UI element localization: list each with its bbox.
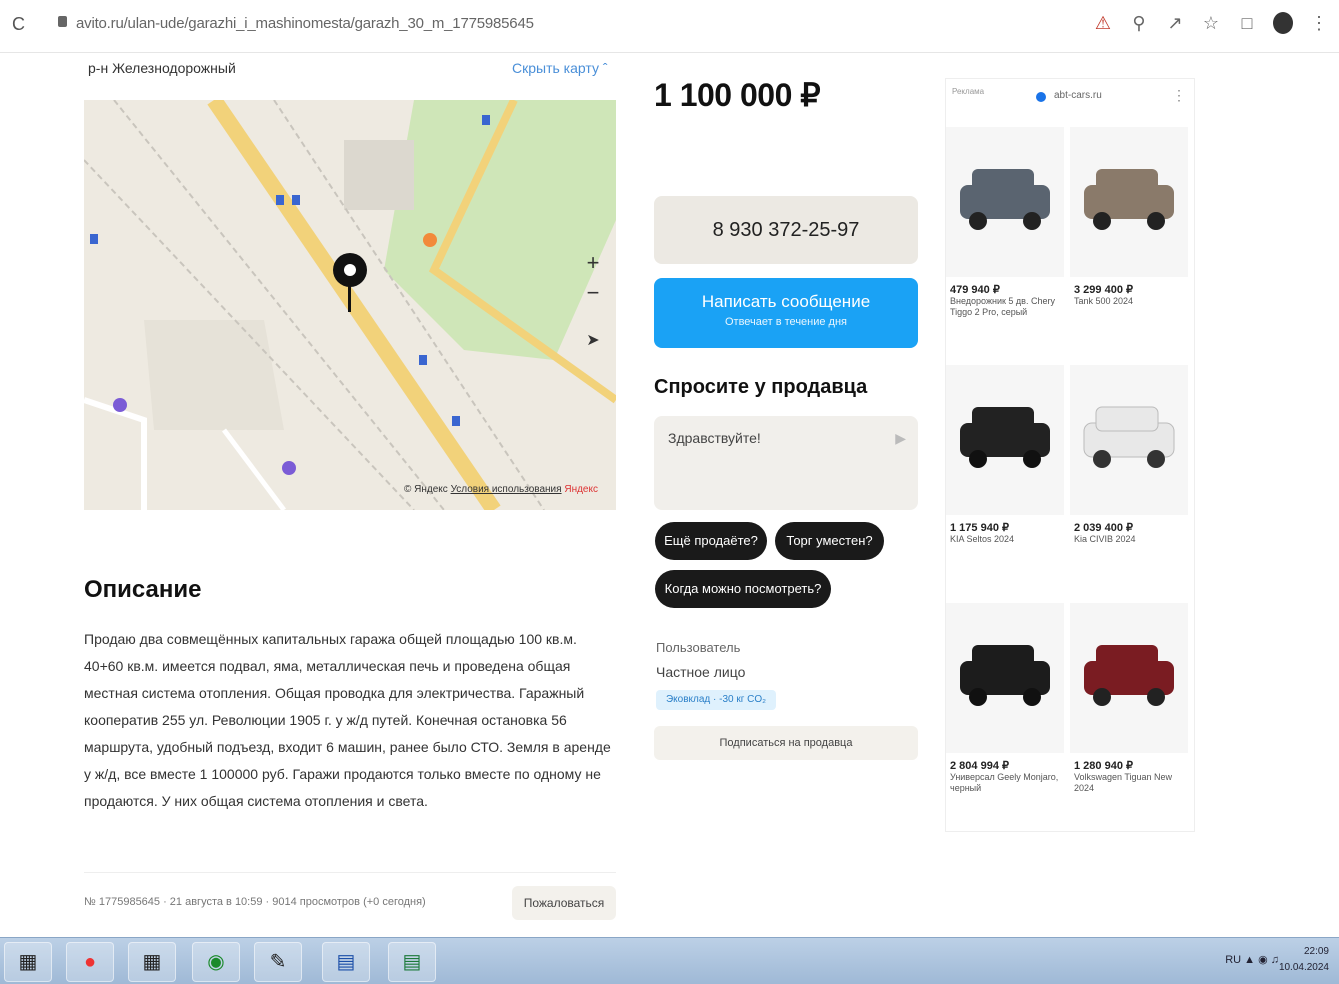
response-time: Отвечает в течение дня	[724, 316, 848, 328]
listing-meta: № 1775985645 · 21 августа в 10:59 · 9014…	[84, 896, 426, 908]
hide-map-label: Скрыть карту	[512, 60, 599, 76]
map-terms-link[interactable]: Условия использования	[451, 484, 562, 495]
car-name: Kia CIVIB 2024	[1074, 534, 1136, 544]
car-price: 479 940 ₽	[950, 284, 1000, 296]
k-app-icon[interactable]: ◉	[192, 942, 240, 982]
car-price: 1 175 940 ₽	[950, 522, 1009, 534]
browser-actions: ⚠ ⚲ ↗ ☆ □ ⋮	[1093, 12, 1329, 34]
map-copyright: © Яндекс Условия использования Яндекс	[404, 484, 598, 495]
ad-car-card[interactable]: 479 940 ₽ Внедорожник 5 дв. Chery Tiggo …	[946, 127, 1064, 318]
car-image	[1070, 127, 1188, 277]
address-bar[interactable]: avito.ru/ulan-ude/garazhi_i_mashinomesta…	[76, 15, 534, 32]
paint-icon[interactable]: ✎	[254, 942, 302, 982]
blocked-icon[interactable]: ⚠	[1093, 13, 1113, 34]
zoom-in-button[interactable]: +	[580, 250, 606, 276]
chrome-icon[interactable]: ●	[66, 942, 114, 982]
quick-question-bargain[interactable]: Торг уместен?	[775, 522, 884, 560]
car-price: 3 299 400 ₽	[1074, 284, 1133, 296]
write-message-button[interactable]: Написать сообщение Отвечает в течение дн…	[654, 278, 918, 348]
ad-car-card[interactable]: 3 299 400 ₽ Tank 500 2024	[1070, 127, 1188, 307]
language-indicator[interactable]: RU	[1225, 954, 1241, 966]
clock-date: 10.04.2024	[1278, 962, 1329, 973]
car-image	[1070, 603, 1188, 753]
ad-car-card[interactable]: 2 804 994 ₽ Универсал Geely Monjaro, чер…	[946, 603, 1064, 794]
car-name: Внедорожник 5 дв. Chery Tiggo 2 Pro, сер…	[950, 296, 1055, 317]
system-tray[interactable]: RU ▲ ◉ ♫	[1225, 953, 1279, 966]
map-copyright-text: © Яндекс	[404, 484, 448, 495]
ad-car-card[interactable]: 1 280 940 ₽ Volkswagen Tiguan New 2024	[1070, 603, 1188, 794]
clock-time: 22:09	[1303, 946, 1329, 957]
calculator-icon[interactable]: ▦	[128, 942, 176, 982]
quick-question-still-selling[interactable]: Ещё продаёте?	[655, 522, 767, 560]
car-image	[946, 365, 1064, 515]
ad-car-card[interactable]: 1 175 940 ₽ KIA Seltos 2024	[946, 365, 1064, 545]
ad-label: Реклама	[952, 87, 985, 96]
seller-role: Пользователь	[656, 640, 741, 655]
ad-car-card[interactable]: 2 039 400 ₽ Kia CIVIB 2024	[1070, 365, 1188, 545]
lock-icon[interactable]	[58, 16, 67, 27]
district-label: р-н Железнодорожный	[88, 60, 236, 76]
seller-name[interactable]: Частное лицо	[656, 664, 745, 680]
complain-button[interactable]: Пожаловаться	[512, 886, 616, 920]
ask-message-input[interactable]: Здравствуйте! ▶	[654, 416, 918, 510]
description-title: Описание	[84, 576, 202, 603]
car-image	[946, 603, 1064, 753]
zoom-out-button[interactable]: −	[580, 280, 606, 306]
car-price: 2 804 994 ₽	[950, 760, 1009, 772]
location-pin-stem	[348, 284, 351, 312]
ad-block[interactable]: Реклама abt-cars.ru ⋮ 479 940 ₽ Внедорож…	[945, 78, 1195, 832]
ask-seller-title: Спросите у продавца	[654, 376, 868, 398]
word-icon[interactable]: ▤	[322, 942, 370, 982]
car-price: 1 280 940 ₽	[1074, 760, 1133, 772]
more-icon[interactable]: ⋮	[1172, 87, 1186, 104]
car-name: Tank 500 2024	[1074, 296, 1134, 306]
price: 1 100 000 ₽	[654, 77, 821, 113]
location-pin-icon	[333, 253, 367, 287]
send-icon[interactable]: ▶	[895, 430, 906, 447]
locate-icon[interactable]: ➤	[580, 328, 606, 354]
chevron-up-icon: ˆ	[602, 60, 608, 76]
car-image	[1070, 365, 1188, 515]
car-name: KIA Seltos 2024	[950, 534, 1015, 544]
reload-icon[interactable]: C	[12, 14, 25, 35]
side-panel-icon[interactable]: □	[1237, 13, 1257, 34]
taskbar: ▦ ● ▦ ◉ ✎ ▤ ▤ RU ▲ ◉ ♫ 22:09 10.04.2024	[0, 937, 1339, 984]
bookmark-star-icon[interactable]: ☆	[1201, 13, 1221, 34]
zoom-icon[interactable]: ⚲	[1129, 13, 1149, 34]
start-icon[interactable]: ▦	[4, 942, 52, 982]
excel-icon[interactable]: ▤	[388, 942, 436, 982]
profile-avatar[interactable]	[1273, 12, 1293, 34]
show-phone-button[interactable]: 8 930 372-25-97	[654, 196, 918, 264]
car-name: Volkswagen Tiguan New 2024	[1074, 772, 1173, 793]
subscribe-seller-button[interactable]: Подписаться на продавца	[654, 726, 918, 760]
write-message-label: Написать сообщение	[701, 292, 871, 311]
browser-toolbar: C avito.ru/ulan-ude/garazhi_i_mashinomes…	[0, 0, 1339, 53]
globe-icon	[1036, 92, 1046, 102]
eco-badge: Эковклад · -30 кг CO₂	[656, 690, 776, 710]
ad-domain[interactable]: abt-cars.ru	[1054, 90, 1102, 101]
divider	[84, 872, 616, 873]
share-icon[interactable]: ↗	[1165, 13, 1185, 34]
car-image	[946, 127, 1064, 277]
menu-icon[interactable]: ⋮	[1309, 13, 1329, 34]
description-text: Продаю два совмещённых капитальных гараж…	[84, 631, 611, 809]
clock[interactable]: 22:09 10.04.2024	[1279, 944, 1329, 976]
ask-message-text: Здравствуйте!	[668, 430, 761, 446]
quick-question-when-view[interactable]: Когда можно посмотреть?	[655, 570, 831, 608]
car-price: 2 039 400 ₽	[1074, 522, 1133, 534]
car-name: Универсал Geely Monjaro, черный	[950, 772, 1059, 793]
yandex-logo: Яндекс	[564, 484, 598, 495]
hide-map-link[interactable]: Скрыть карту ˆ	[512, 60, 608, 76]
